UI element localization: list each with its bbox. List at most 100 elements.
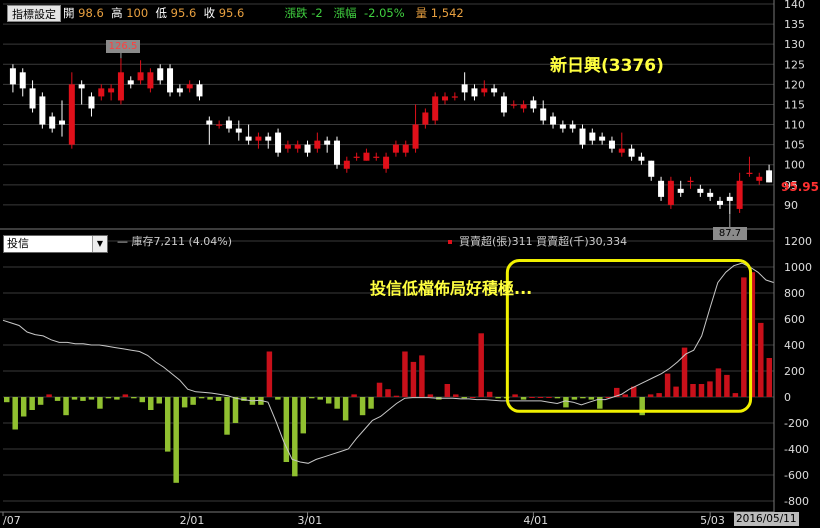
price-tick-label: 130 [784, 38, 805, 51]
pct-label: 漲幅 [333, 6, 357, 20]
candle-body [255, 136, 262, 141]
institution-select[interactable]: 投信 ▼ [3, 235, 108, 253]
low-label: 低 [155, 6, 168, 20]
netbuy-bar [12, 397, 18, 430]
line-legend-icon: — [117, 235, 128, 248]
candle-body [314, 140, 321, 149]
netbuy-bar [292, 397, 298, 477]
candle-body [98, 88, 105, 97]
netbuy-bar [71, 397, 78, 400]
candle-body [157, 68, 164, 81]
netbuy-bar [46, 394, 52, 397]
candle-body [216, 124, 223, 126]
price-tick-label: 135 [784, 18, 805, 31]
netbuy-bar [63, 397, 69, 416]
chevron-down-icon[interactable]: ▼ [92, 236, 107, 252]
netbuy-bar [325, 397, 332, 404]
candle-body [265, 136, 272, 141]
candle-body [687, 180, 694, 182]
volume-value: 1,542 [430, 6, 464, 20]
candle-body [196, 84, 203, 97]
netbuy-bar [309, 397, 315, 399]
netbuy-bar [122, 394, 129, 397]
high-value: 100 [126, 6, 149, 20]
x-tick-label: 2/01 [180, 514, 205, 527]
candle-body [186, 84, 193, 89]
candle-body [589, 132, 596, 141]
highlight-box [505, 259, 753, 413]
netbuy-bar [580, 397, 586, 399]
netbuy-bar [402, 351, 408, 397]
cursor-date-label: 2016/05/11 [734, 512, 799, 526]
netbuy-bar [317, 397, 323, 400]
price-tick-label: 110 [784, 119, 805, 132]
candle-body [373, 156, 380, 158]
netbuy-bar [622, 394, 628, 397]
netbuy-bar [368, 397, 374, 409]
netbuy-bar [198, 397, 205, 399]
high-marker-label: 126.5 [106, 40, 140, 53]
netbuy-bar [215, 397, 222, 401]
price-tick-label: 115 [784, 98, 805, 111]
netbuy-bar [207, 397, 213, 400]
low-marker-label: 87.7 [713, 227, 747, 240]
netbuy-bar [690, 384, 696, 397]
x-tick-label: 5/03 [700, 514, 725, 527]
netbuy-bar [351, 394, 357, 397]
candle-body [559, 124, 566, 129]
candle-body [275, 132, 282, 153]
netbuy-bar [80, 397, 86, 401]
candle-body [117, 72, 124, 101]
candle-body [392, 144, 399, 153]
netbuy-bar [275, 397, 281, 400]
candle-body [500, 96, 507, 113]
netbuy-bar [495, 397, 501, 399]
institution-select-value: 投信 [7, 237, 29, 250]
candle-body [383, 156, 390, 169]
candle-body [530, 100, 537, 109]
candle-body [707, 192, 714, 197]
netbuy-tick-label: 1200 [784, 235, 812, 248]
netbuy-bar [139, 397, 146, 403]
netbuy-bar [232, 397, 239, 423]
netbuy-bar [647, 394, 654, 397]
netbuy-bar [37, 397, 44, 405]
close-label: 收 [203, 6, 216, 20]
candle-body [677, 188, 684, 193]
candle-body [569, 124, 576, 129]
netbuy-bar [461, 397, 467, 399]
netbuy-bar [164, 397, 171, 452]
netbuy-tick-label: 600 [784, 313, 805, 326]
change-value: -2 [311, 6, 323, 20]
netbuy-bar [453, 394, 459, 397]
netbuy-bar [529, 397, 535, 398]
candle-body [304, 144, 311, 153]
candle-body [451, 96, 458, 98]
candle-body [608, 140, 615, 149]
netbuy-bar [554, 397, 561, 399]
netbuy-bar [419, 355, 425, 397]
netbuy-bar [105, 397, 112, 399]
price-tick-label: 100 [784, 159, 805, 172]
inventory-legend-text: 庫存7,211 (4.04%) [131, 235, 233, 248]
netbuy-bar [131, 397, 137, 399]
netbuy-bar [359, 397, 366, 416]
netbuy-bar [181, 397, 188, 408]
netbuy-bar [546, 397, 552, 398]
indicator-settings-button[interactable]: 指標設定 [7, 5, 61, 22]
stock-title: 新日興(3376) [550, 56, 664, 76]
x-tick-label: /07 [3, 514, 21, 527]
netbuy-bar [707, 381, 713, 397]
candle-body [442, 96, 449, 101]
netbuy-bar [427, 394, 434, 397]
candle-body [225, 120, 232, 129]
netbuy-bar [342, 397, 349, 421]
candle-body [540, 108, 547, 121]
candle-body [206, 120, 213, 125]
candle-body [422, 112, 429, 125]
candle-body [137, 72, 144, 81]
netbuy-bar [571, 397, 578, 400]
candle-body [638, 156, 645, 161]
netbuy-tick-label: 200 [784, 365, 805, 378]
candle-body [667, 180, 674, 205]
